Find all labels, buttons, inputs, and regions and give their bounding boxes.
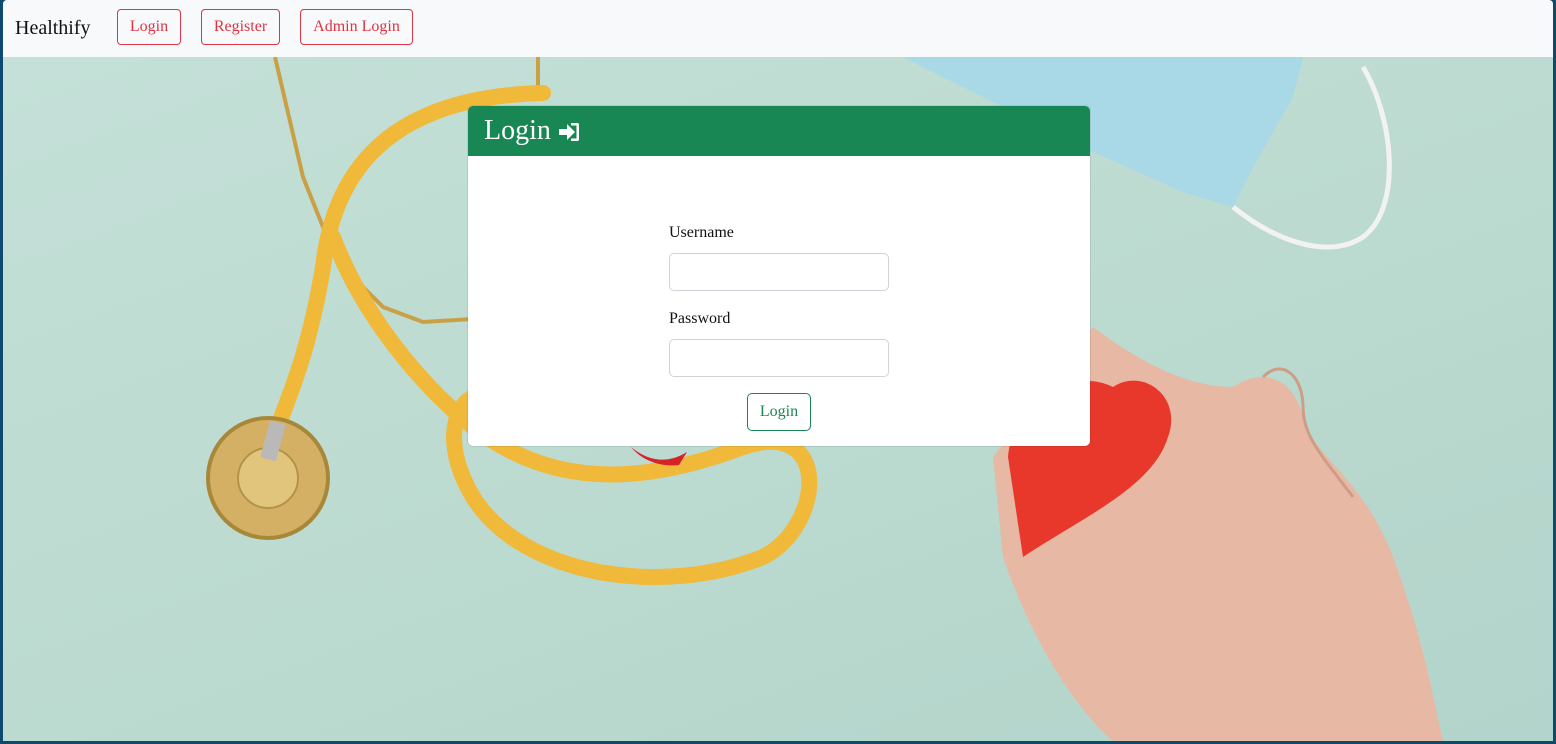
nav-login-button[interactable]: Login xyxy=(117,9,181,45)
browser-viewport: Healthify Login Register Admin Login Log… xyxy=(3,0,1553,741)
nav-register-button[interactable]: Register xyxy=(201,9,280,45)
password-label: Password xyxy=(669,310,731,327)
login-submit-button[interactable]: Login xyxy=(747,393,811,431)
username-label: Username xyxy=(669,224,734,241)
login-card-title: Login xyxy=(484,115,551,146)
login-card-header: Login xyxy=(468,106,1090,156)
navbar: Healthify Login Register Admin Login xyxy=(3,0,1553,57)
nav-admin-login-button[interactable]: Admin Login xyxy=(300,9,413,45)
small-red-heart xyxy=(631,447,687,466)
login-card: Login Username Password Login xyxy=(468,106,1090,446)
password-input[interactable] xyxy=(669,339,889,377)
username-input[interactable] xyxy=(669,253,889,291)
stethoscope-ear-tube xyxy=(273,57,474,325)
brand-name[interactable]: Healthify xyxy=(15,17,91,39)
sign-in-icon xyxy=(559,123,579,141)
